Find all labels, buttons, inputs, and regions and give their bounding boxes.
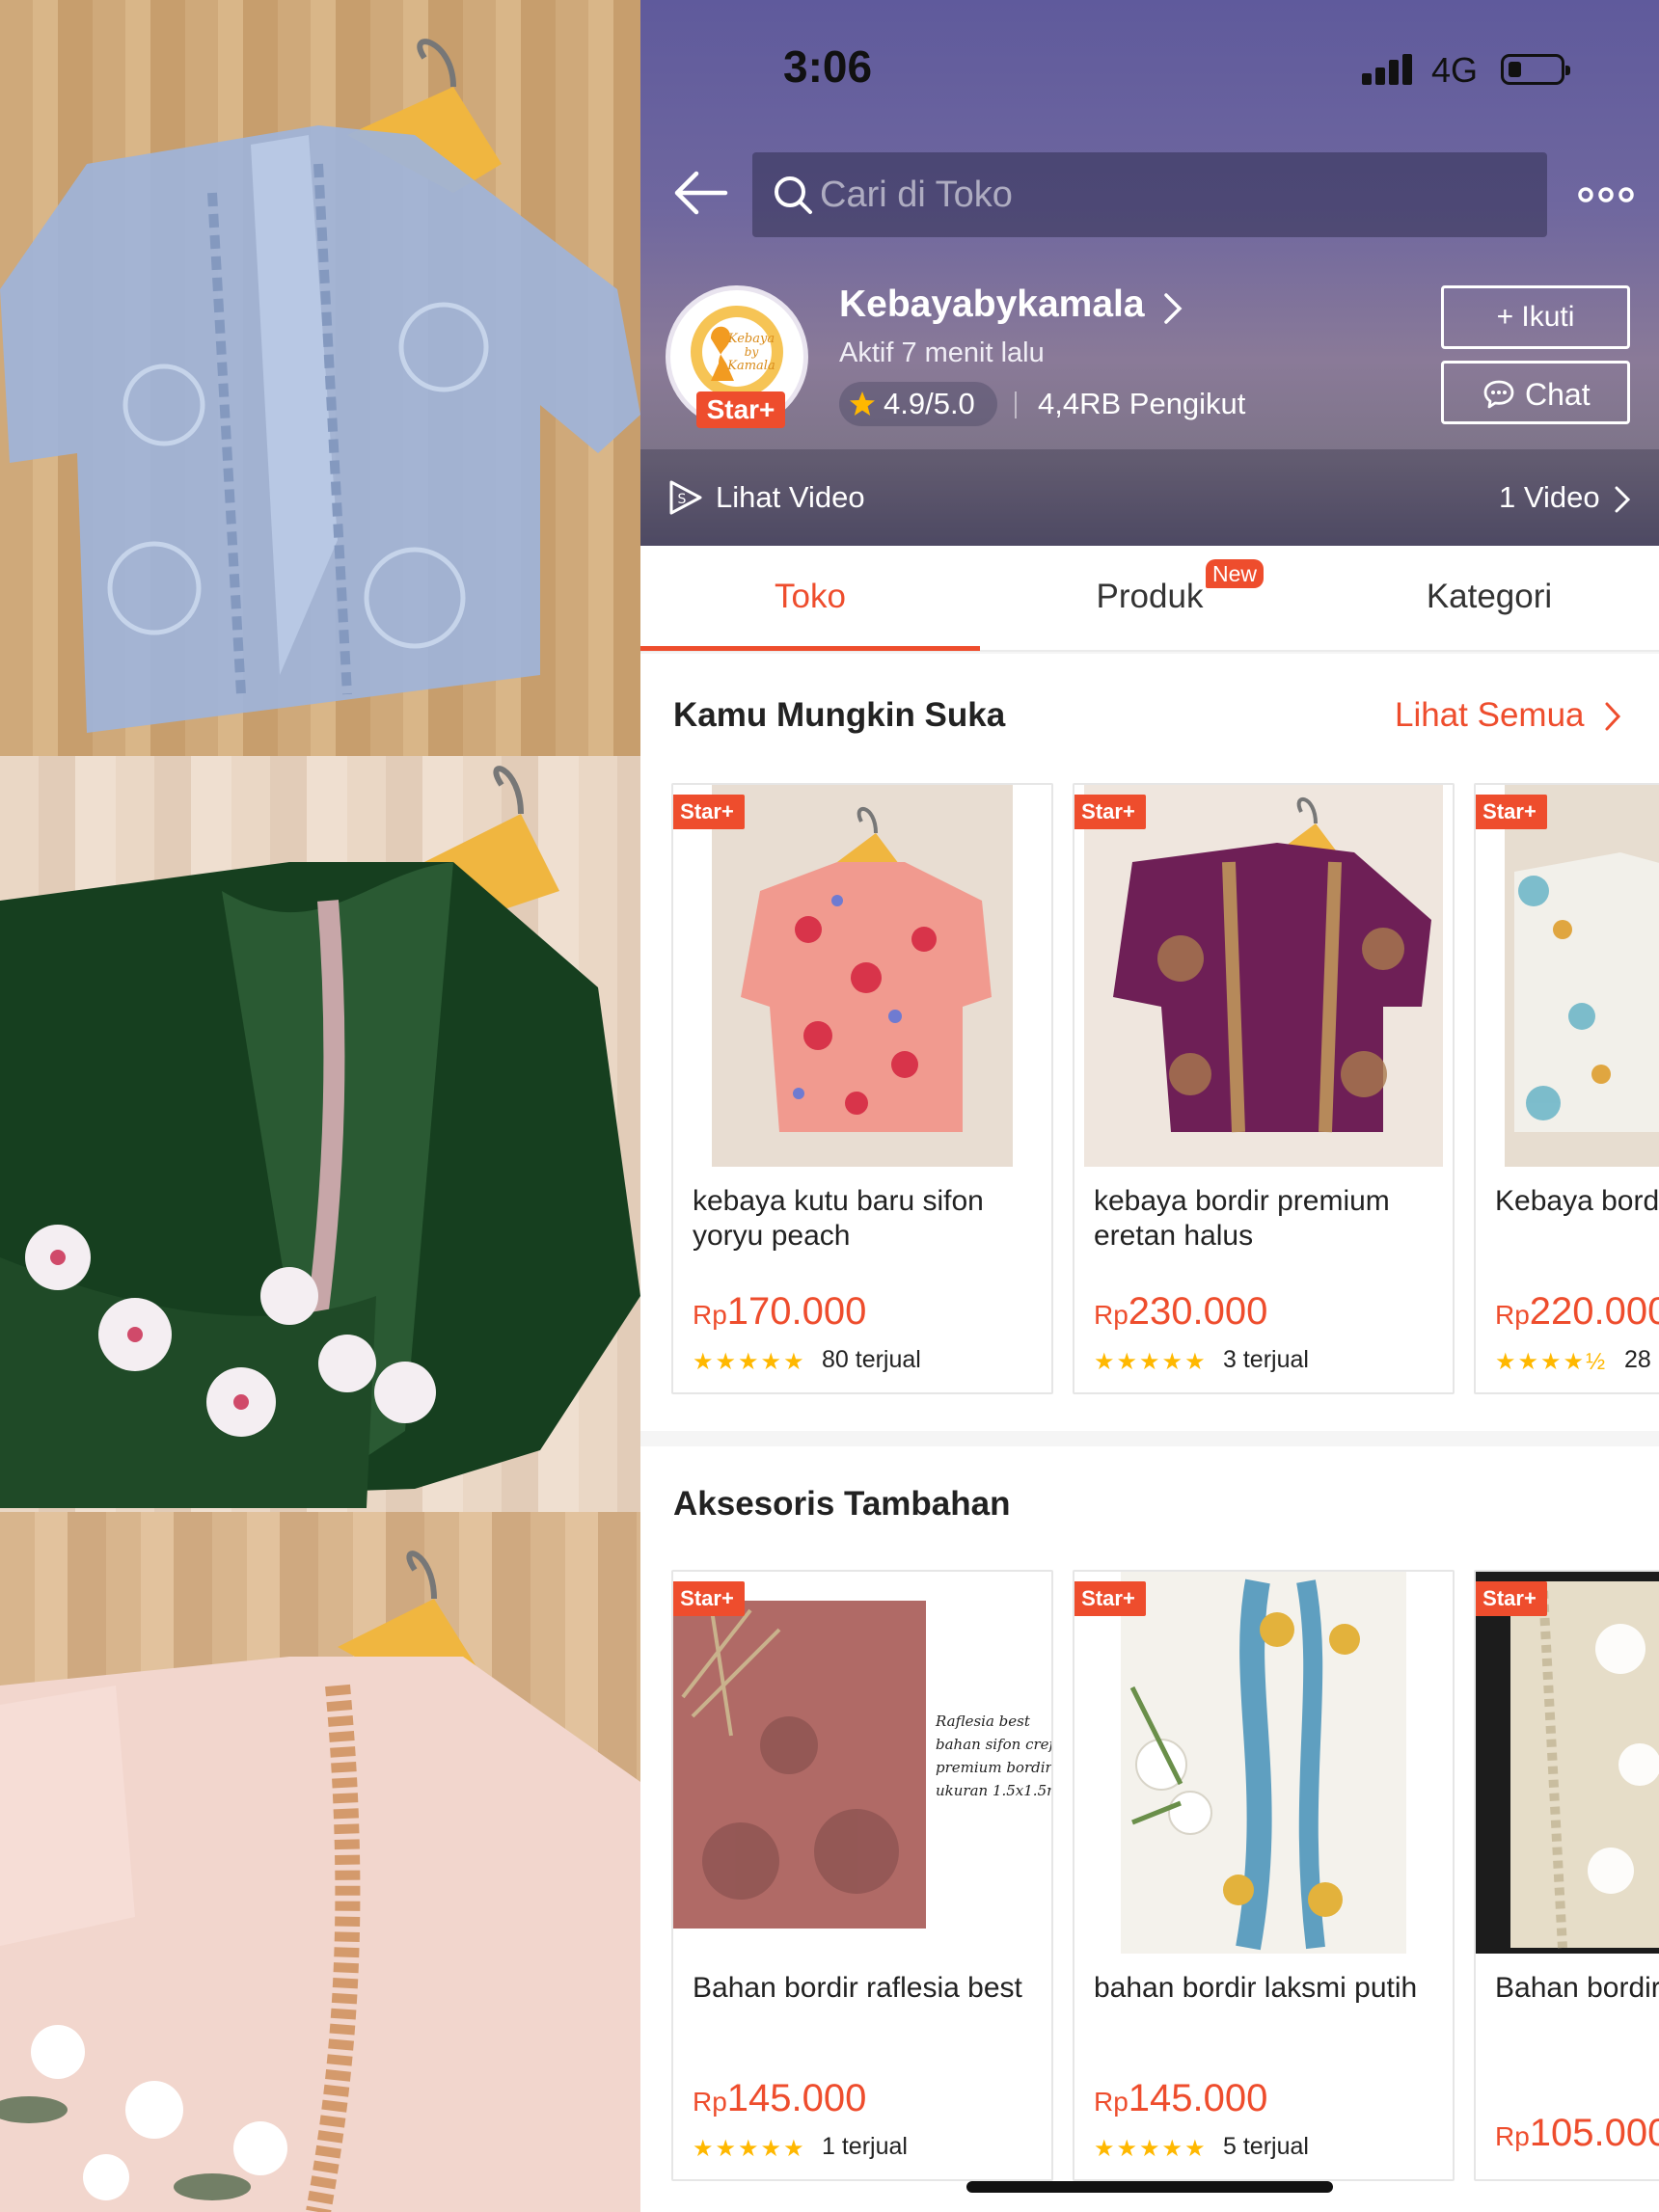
shop-tabs: Toko Produk Kategori [640, 546, 1659, 652]
star-plus-badge: Star+ [1476, 795, 1547, 829]
video-label: Lihat Video [716, 480, 865, 514]
chevron-right-icon[interactable] [1161, 291, 1184, 326]
star-plus-badge: Star+ [1074, 1581, 1146, 1616]
rating-stars: ★★★★★ [693, 1349, 806, 1375]
divider [1015, 391, 1017, 418]
svg-text:premium bordir: premium bordir [936, 1759, 1051, 1776]
new-badge: New [1206, 559, 1264, 588]
shop-screen: 3:06 4G Kebaya by Kamala [640, 0, 1659, 2212]
chevron-right-icon [1605, 702, 1621, 731]
chat-label: Chat [1525, 377, 1591, 412]
product-image: Raflesia best bahan sifon cref premium b… [673, 1572, 1051, 1954]
photo-collage [0, 0, 640, 2212]
section-title: Kamu Mungkin Suka [673, 696, 1006, 734]
svg-text:by: by [745, 345, 759, 359]
product-image [1074, 1572, 1453, 1954]
product-name: kebaya kutu baru sifon yoryu peach [693, 1185, 984, 1252]
tab-kategori[interactable]: Kategori [1319, 546, 1659, 652]
chat-button[interactable]: Chat [1441, 361, 1630, 424]
network-type: 4G [1431, 50, 1479, 90]
product-image [1476, 1572, 1659, 1954]
tab-produk[interactable]: Produk [980, 546, 1319, 652]
svg-text:Raflesia best: Raflesia best [935, 1713, 1031, 1730]
status-bar: 3:06 4G [640, 0, 1659, 135]
search-input[interactable] [820, 152, 1534, 237]
battery-icon [1501, 54, 1570, 85]
follow-button[interactable]: + Ikuti [1441, 285, 1630, 349]
product-card[interactable]: Star+ Bahan bordir Rp105.000 [1474, 1570, 1659, 2181]
sold-count: 5 terjual [1223, 2133, 1309, 2160]
svg-text:Kamala: Kamala [726, 359, 775, 373]
status-time: 3:06 [783, 41, 873, 92]
product-price: Rp105.000 [1495, 2112, 1659, 2154]
star-icon [850, 391, 875, 416]
star-plus-badge: Star+ [1476, 1581, 1547, 1616]
section-title: Aksesoris Tambahan [673, 1485, 1011, 1523]
photo-blue-kebaya [0, 0, 640, 756]
video-count: 1 Video [1499, 480, 1600, 514]
product-name: Bahan bordir raflesia best [693, 1972, 1022, 2004]
product-image [673, 785, 1051, 1167]
star-plus-badge: Star+ [673, 795, 745, 829]
photo-green-kebaya [0, 756, 640, 1512]
product-card[interactable]: Raflesia best bahan sifon cref premium b… [671, 1570, 1053, 2181]
product-price: Rp145.000 [1094, 2077, 1268, 2119]
home-indicator [966, 2181, 1333, 2193]
product-image [1074, 785, 1453, 1167]
photo-pink-kebaya [0, 1512, 640, 2212]
followers-count: 4,4RB Pengikut [1038, 387, 1246, 420]
sold-count: 3 terjual [1223, 1346, 1309, 1373]
signal-icon [1362, 54, 1420, 85]
product-card[interactable]: Star+ kebaya kutu baru sifon yoryu peach… [671, 783, 1053, 1394]
chat-bubble-icon [1483, 380, 1514, 409]
shop-active-status: Aktif 7 menit lalu [839, 337, 1045, 368]
product-name: Bahan bordir [1495, 1972, 1659, 2004]
rating-value: 4.9/5.0 [884, 387, 975, 420]
recommended-section: Kamu Mungkin Suka Lihat Semua Star+ keba… [640, 654, 1659, 1431]
shop-star-plus-badge: Star+ [696, 391, 785, 428]
back-arrow-icon[interactable] [669, 168, 731, 218]
svg-text:Kebaya: Kebaya [727, 332, 775, 346]
product-price: Rp145.000 [693, 2077, 867, 2119]
rating-stars: ★★★★★ [693, 2136, 806, 2162]
shop-rating: 4.9/5.0 [839, 382, 997, 426]
svg-text:ukuran 1.5x1.5m: ukuran 1.5x1.5m [936, 1782, 1051, 1799]
svg-text:bahan sifon cref: bahan sifon cref [936, 1736, 1051, 1753]
rating-stars: ★★★★★ [1094, 1349, 1208, 1375]
chevron-right-icon [1615, 486, 1631, 513]
sold-count: 80 terjual [822, 1346, 921, 1373]
star-plus-badge: Star+ [673, 1581, 745, 1616]
sold-count: 28 [1624, 1346, 1651, 1373]
product-card[interactable]: Star+ kebaya bordir premium eretan halus… [1073, 783, 1455, 1394]
see-all-link[interactable]: Lihat Semua [1395, 696, 1621, 735]
rating-stars: ★★★★½ [1495, 1349, 1608, 1375]
more-options-icon[interactable] [1576, 174, 1636, 216]
svg-text:S: S [678, 492, 687, 507]
product-name: kebaya bordir premium eretan halus [1094, 1185, 1390, 1252]
active-tab-indicator [640, 646, 980, 651]
product-name: Kebaya bordir laksmi [1495, 1185, 1659, 1217]
tab-toko[interactable]: Toko [640, 546, 980, 652]
product-name: bahan bordir laksmi putih [1094, 1972, 1418, 2004]
search-icon [775, 176, 812, 214]
shop-name[interactable]: Kebayabykamala [839, 283, 1145, 326]
accessories-section: Aksesoris Tambahan Raflesia best bahan s… [640, 1446, 1659, 2212]
sold-count: 1 terjual [822, 2133, 908, 2160]
shop-video-bar[interactable]: S Lihat Video 1 Video [640, 449, 1659, 546]
star-plus-badge: Star+ [1074, 795, 1146, 829]
video-play-icon: S [669, 480, 702, 515]
product-price: Rp220.000 [1495, 1290, 1659, 1333]
product-card[interactable]: Star+ Kebaya bordir laksmi Rp220.000 ★★★… [1474, 783, 1659, 1394]
product-card[interactable]: Star+ bahan bordir laksmi putih Rp145.00… [1073, 1570, 1455, 2181]
product-price: Rp230.000 [1094, 1290, 1268, 1333]
product-price: Rp170.000 [693, 1290, 867, 1333]
shop-header: 3:06 4G Kebaya by Kamala [640, 0, 1659, 546]
product-image [1476, 785, 1659, 1167]
rating-stars: ★★★★★ [1094, 2136, 1208, 2162]
shop-search-box[interactable] [752, 152, 1547, 237]
see-all-label: Lihat Semua [1395, 696, 1585, 734]
